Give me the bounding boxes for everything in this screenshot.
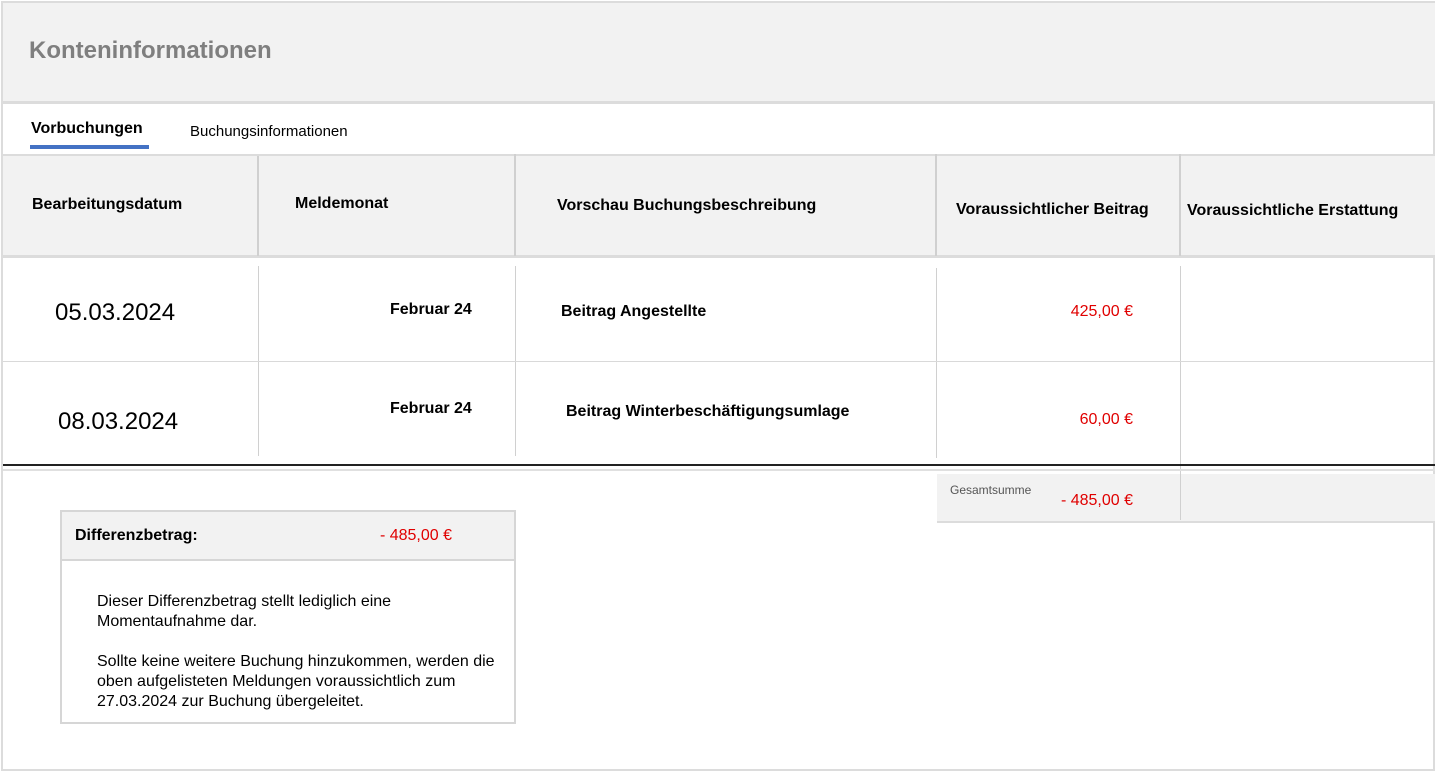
row-2-month: Februar 24	[390, 400, 472, 417]
total-row	[937, 474, 1435, 523]
difference-header: Differenzbetrag: - 485,00 €	[62, 512, 514, 561]
row-1-date: 05.03.2024	[55, 299, 176, 326]
difference-note-2: Sollte keine weitere Buchung hinzukommen…	[97, 653, 495, 710]
tab-vorbuchungen[interactable]: Vorbuchungen	[31, 120, 143, 138]
column-header-bearbeitungsdatum[interactable]: Bearbeitungsdatum	[32, 196, 182, 214]
column-header-meldemonat[interactable]: Meldemonat	[295, 195, 388, 213]
difference-note-1: Dieser Differenzbetrag stellt lediglich …	[97, 593, 392, 630]
page-title: Konteninformationen	[29, 37, 272, 64]
table-bottom-border	[3, 464, 1435, 466]
row-1-contribution: 425,00 €	[1070, 303, 1133, 320]
header-divider	[514, 154, 516, 256]
header-divider	[935, 154, 937, 256]
column-divider	[936, 268, 937, 458]
row-1-month: Februar 24	[390, 301, 472, 318]
row-2-description: Beitrag Winterbeschäftigungsumlage	[566, 403, 850, 420]
difference-label: Differenzbetrag:	[75, 527, 198, 544]
column-header-erstattung[interactable]: Voraussichtliche Erstattung	[1187, 202, 1398, 220]
row-1-description: Beitrag Angestellte	[561, 303, 707, 320]
header-divider	[1179, 154, 1181, 256]
header-divider	[257, 156, 259, 256]
column-header-beitrag[interactable]: Voraussichtlicher Beitrag	[956, 201, 1149, 219]
table-bottom-border	[3, 469, 1435, 471]
row-2-contribution: 60,00 €	[1079, 411, 1133, 428]
tab-buchungsinformationen[interactable]: Buchungsinformationen	[190, 123, 348, 140]
row-separator	[3, 361, 1435, 362]
column-divider	[1180, 474, 1181, 520]
active-tab-indicator	[30, 145, 149, 149]
total-label: Gesamtsumme	[950, 483, 1032, 497]
difference-panel: Differenzbetrag: - 485,00 € Dieser Diffe…	[60, 510, 516, 724]
column-header-buchungsbeschreibung[interactable]: Vorschau Buchungsbeschreibung	[557, 197, 816, 215]
difference-value: - 485,00 €	[379, 527, 452, 544]
row-2-date: 08.03.2024	[58, 408, 179, 435]
total-value: - 485,00 €	[1060, 492, 1133, 509]
